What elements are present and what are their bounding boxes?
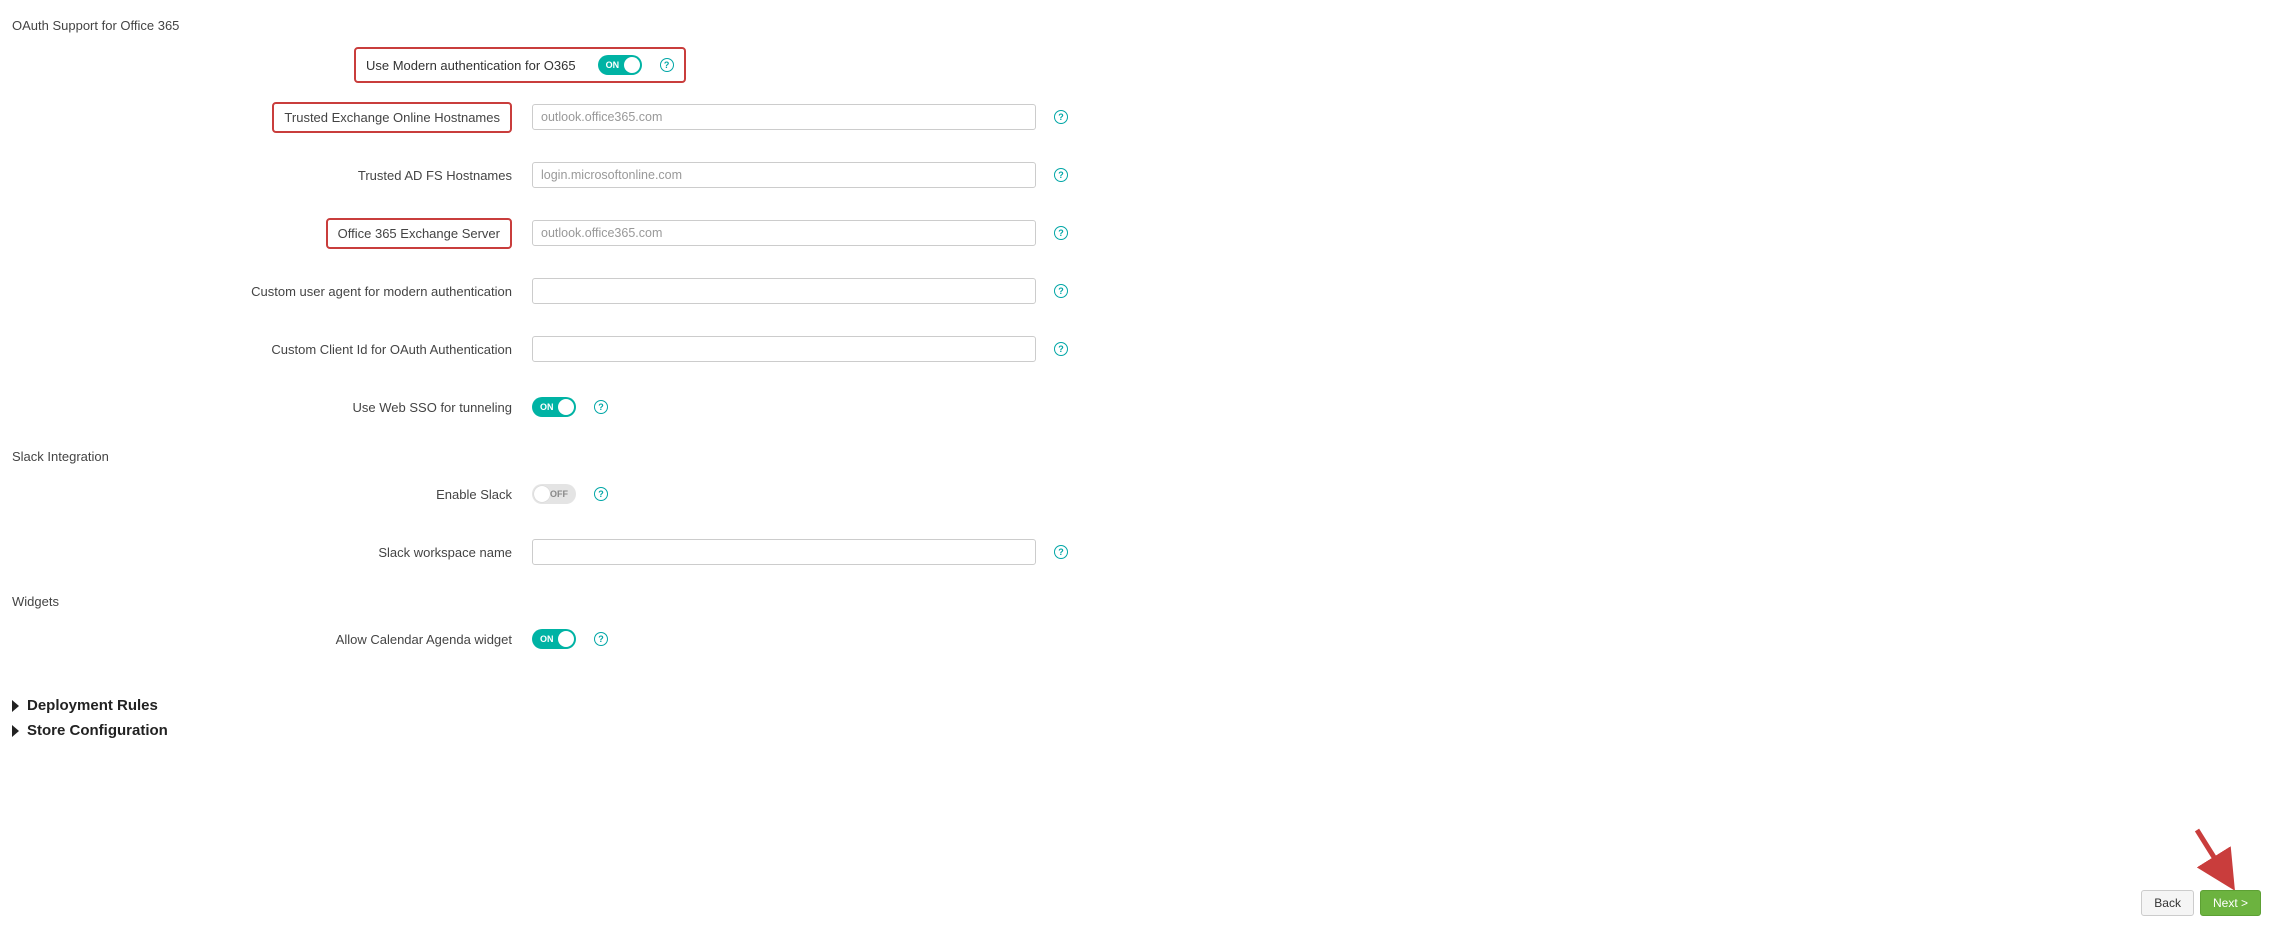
arrow-annotation-icon: [2189, 826, 2239, 896]
label-modern-auth: Use Modern authentication for O365: [366, 58, 576, 73]
help-icon[interactable]: ?: [594, 487, 608, 501]
caret-right-icon: [12, 725, 19, 737]
label-custom-client-id: Custom Client Id for OAuth Authenticatio…: [12, 342, 532, 357]
input-trusted-exchange[interactable]: [532, 104, 1036, 130]
back-button[interactable]: Back: [2141, 890, 2194, 916]
input-custom-client-id[interactable]: [532, 336, 1036, 362]
toggle-enable-slack[interactable]: OFF: [532, 484, 576, 504]
label-custom-user-agent: Custom user agent for modern authenticat…: [12, 284, 532, 299]
help-icon[interactable]: ?: [660, 58, 674, 72]
expander-deployment-rules[interactable]: Deployment Rules: [12, 697, 2259, 714]
label-calendar-agenda: Allow Calendar Agenda widget: [12, 632, 532, 647]
label-trusted-adfs: Trusted AD FS Hostnames: [12, 168, 532, 183]
help-icon[interactable]: ?: [1054, 284, 1068, 298]
help-icon[interactable]: ?: [1054, 226, 1068, 240]
toggle-modern-auth[interactable]: ON: [598, 55, 642, 75]
help-icon[interactable]: ?: [1054, 545, 1068, 559]
caret-right-icon: [12, 700, 19, 712]
input-slack-workspace[interactable]: [532, 539, 1036, 565]
section-title-widgets: Widgets: [12, 594, 2259, 609]
label-o365-exchange: Office 365 Exchange Server: [338, 226, 500, 241]
highlight-trusted-exchange: Trusted Exchange Online Hostnames: [272, 102, 512, 133]
help-icon[interactable]: ?: [1054, 110, 1068, 124]
toggle-calendar-agenda[interactable]: ON: [532, 629, 576, 649]
label-slack-workspace: Slack workspace name: [12, 545, 532, 560]
help-icon[interactable]: ?: [594, 400, 608, 414]
label-web-sso: Use Web SSO for tunneling: [12, 400, 532, 415]
input-o365-exchange[interactable]: [532, 220, 1036, 246]
help-icon[interactable]: ?: [1054, 168, 1068, 182]
label-trusted-exchange: Trusted Exchange Online Hostnames: [284, 110, 500, 125]
toggle-web-sso[interactable]: ON: [532, 397, 576, 417]
section-title-slack: Slack Integration: [12, 449, 2259, 464]
input-trusted-adfs[interactable]: [532, 162, 1036, 188]
next-button[interactable]: Next >: [2200, 890, 2261, 916]
expander-store-configuration[interactable]: Store Configuration: [12, 722, 2259, 739]
help-icon[interactable]: ?: [594, 632, 608, 646]
highlight-o365-exchange: Office 365 Exchange Server: [326, 218, 512, 249]
section-title-oauth: OAuth Support for Office 365: [12, 18, 2259, 33]
help-icon[interactable]: ?: [1054, 342, 1068, 356]
label-enable-slack: Enable Slack: [12, 487, 532, 502]
input-custom-user-agent[interactable]: [532, 278, 1036, 304]
highlight-modern-auth: Use Modern authentication for O365 ON ?: [354, 47, 686, 83]
